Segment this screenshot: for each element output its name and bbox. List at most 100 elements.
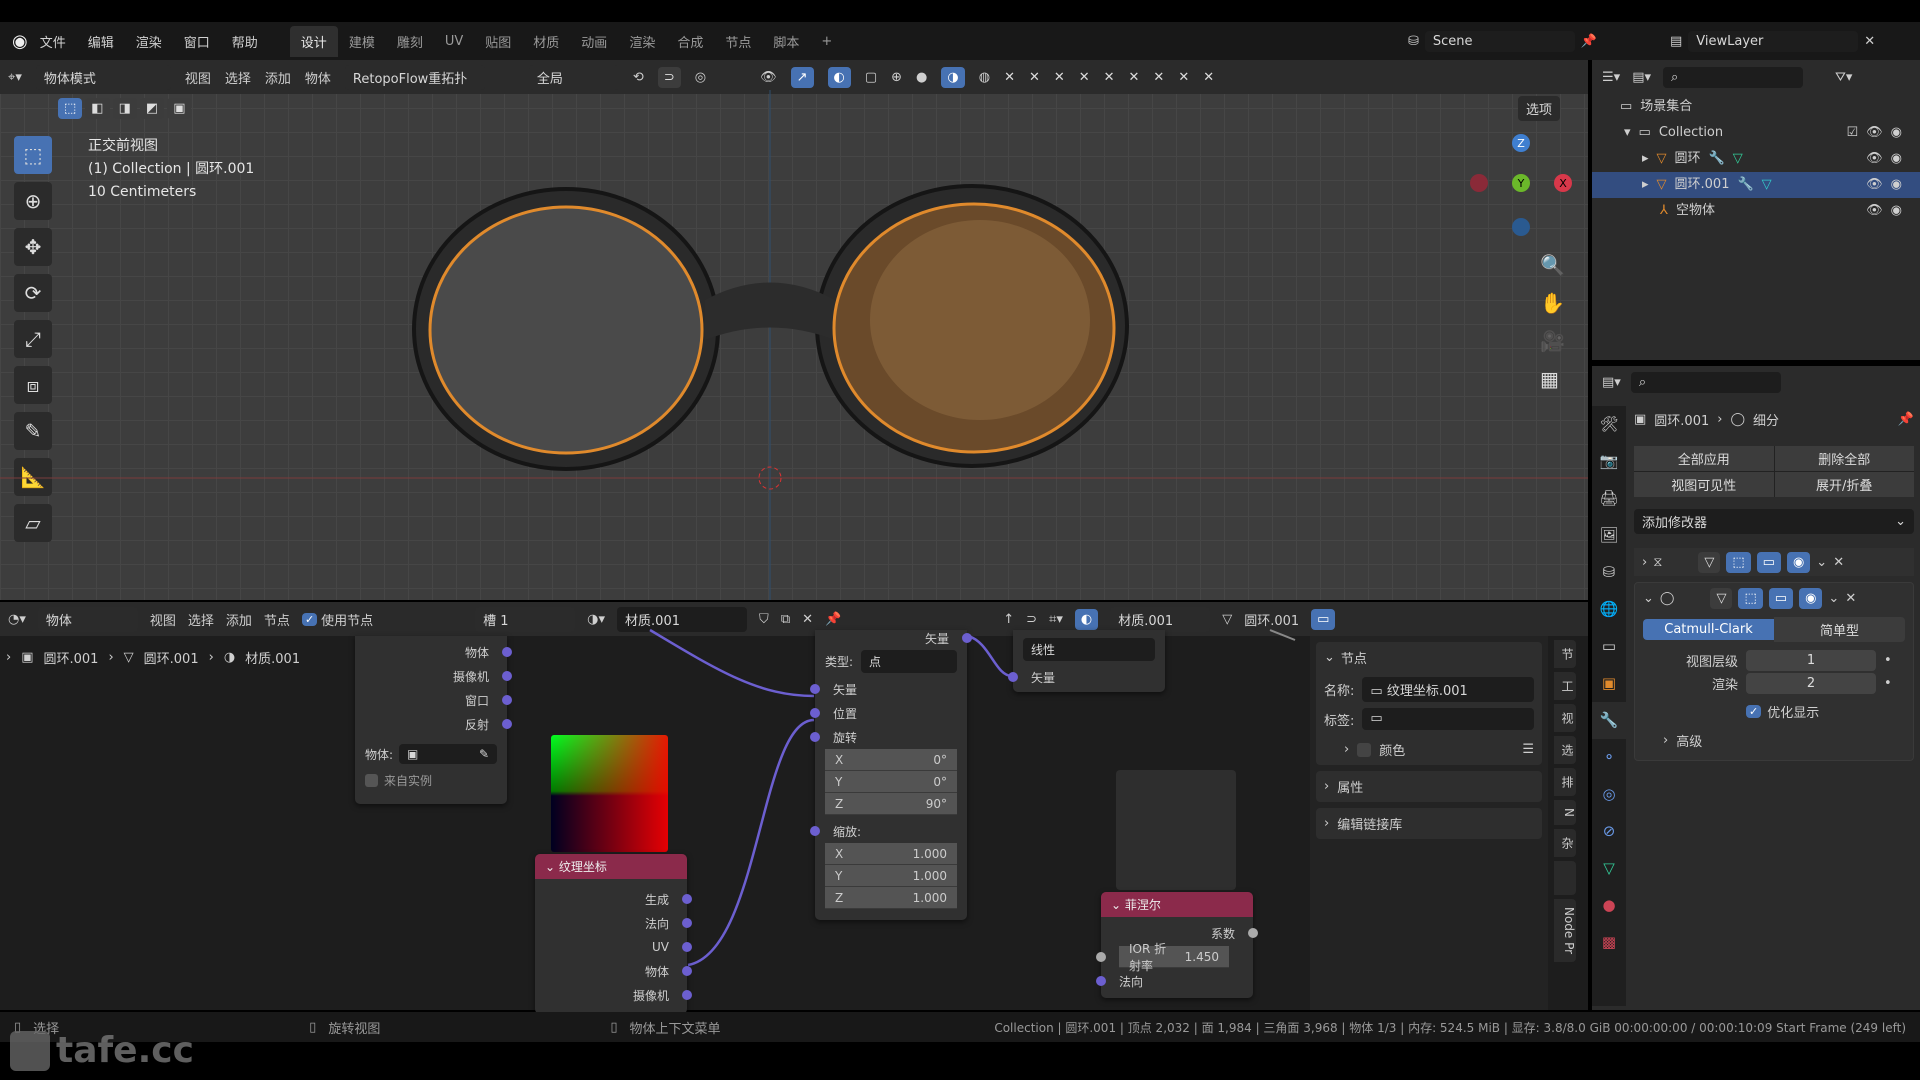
properties-section[interactable]: › 属性 [1316, 771, 1542, 802]
menu-file[interactable]: 文件 [40, 32, 66, 51]
tab-modeling[interactable]: 建模 [338, 26, 386, 57]
color-section[interactable]: › 颜色 ☰ [1324, 740, 1534, 759]
material-tab-icon[interactable]: ● [1592, 887, 1626, 924]
optimal-display-checkbox[interactable]: ✓ 优化显示 [1643, 702, 1905, 721]
gizmo-x[interactable]: X [1554, 174, 1572, 192]
world-tab-icon[interactable]: 🌐 [1592, 591, 1626, 628]
tab-rendering[interactable]: 渲染 [618, 26, 666, 57]
mirror-modifier-header[interactable]: › ⧖ ▽ ⬚ ▭ ◉ ⌄ ✕ [1634, 548, 1914, 576]
gizmo-z[interactable]: Z [1512, 134, 1530, 152]
rotation-y-field[interactable]: Y 0° [825, 771, 957, 793]
scene-tab-icon[interactable]: ⛁ [1592, 554, 1626, 591]
properties-search-input[interactable]: ⌕ [1630, 371, 1781, 393]
view-layer-tab-icon[interactable]: 🖼 [1592, 517, 1626, 554]
tab-animation[interactable]: 动画 [570, 26, 618, 57]
physics-tab-icon[interactable]: ◎ [1592, 776, 1626, 813]
scale-y-field[interactable]: Y 1.000 [825, 865, 957, 887]
remove-icon[interactable]: ✕ [1833, 555, 1844, 570]
render-levels-field[interactable]: 2 [1746, 673, 1876, 694]
visibility-toggles[interactable]: 👁◉ [1866, 172, 1910, 198]
node-name-input[interactable]: ▭ 纹理坐标.001 [1362, 677, 1534, 702]
3d-viewport[interactable]: ⌖▾ 物体模式 视图 选择 添加 物体 RetopoFlow重拓扑 全局 ⟲ ⊃… [0, 60, 1588, 600]
object-picker[interactable]: ▣ ✎ [399, 744, 497, 764]
tab-shading[interactable]: 材质 [522, 26, 570, 57]
levels-viewport-field[interactable]: 1 [1746, 650, 1876, 671]
rotation-x-field[interactable]: X 0° [825, 749, 957, 771]
viewport-visibility-button[interactable]: 视图可见性 [1634, 472, 1774, 497]
tab-misc[interactable]: 杂 [1554, 828, 1576, 857]
filter-view-icon[interactable]: ▤▾ [1632, 70, 1651, 85]
interpolation-select[interactable]: 线性 [1023, 638, 1155, 661]
pin-icon[interactable]: 📌 [1898, 412, 1914, 427]
tab-sculpting[interactable]: 雕刻 [386, 26, 434, 57]
rotation-z-field[interactable]: Z 90° [825, 793, 957, 815]
tab-texture-paint[interactable]: 贴图 [474, 26, 522, 57]
pan-hand-icon[interactable]: ✋ [1540, 284, 1565, 322]
tab-nodes[interactable]: 节点 [714, 26, 762, 57]
camera-view-icon[interactable]: 🎥 [1540, 322, 1565, 360]
outliner-item-collection[interactable]: ▾ ▭ Collection ☑👁◉ [1592, 120, 1920, 146]
tab-scripting[interactable]: 脚本 [762, 26, 810, 57]
mapping-type-select[interactable]: 点 [861, 650, 957, 673]
mapping-node[interactable]: 矢量 类型: 点 矢量 位置 旋转 X 0° Y 0° Z 90° 缩放: X 1.000… [810, 630, 972, 920]
navigation-gizmo[interactable]: Z Y X [1470, 134, 1572, 236]
simple-button[interactable]: 简单型 [1774, 617, 1905, 642]
node-section-header[interactable]: ⌄ 节点 [1324, 648, 1534, 667]
outliner-item-torus-001[interactable]: ▸ ▽ 圆环.001 🔧 ▽ 👁◉ [1592, 172, 1920, 198]
modifier-tab-icon[interactable]: 🔧 [1592, 702, 1626, 739]
menu-help[interactable]: 帮助 [232, 32, 258, 51]
outliner-item-torus[interactable]: ▸ ▽ 圆环 🔧 ▽ 👁◉ [1592, 146, 1920, 172]
visibility-toggles[interactable]: 👁◉ [1866, 146, 1910, 172]
particles-tab-icon[interactable]: ⚬ [1592, 739, 1626, 776]
ortho-grid-icon[interactable]: ▦ [1540, 360, 1565, 398]
data-tab-icon[interactable]: ▽ [1592, 850, 1626, 887]
catmull-clark-button[interactable]: Catmull-Clark [1643, 619, 1774, 640]
tab-blank[interactable] [1554, 860, 1576, 895]
zoom-icon[interactable]: 🔍 [1540, 246, 1565, 284]
add-workspace-button[interactable]: + [810, 28, 843, 55]
scale-z-field[interactable]: Z 1.000 [825, 887, 957, 909]
outliner-item-empty[interactable]: ⅄ 空物体 👁◉ [1592, 198, 1920, 224]
subdivision-header[interactable]: ⌄ ◯ ▽ ⬚ ▭ ◉ ⌄ ✕ [1643, 583, 1905, 613]
menu-render[interactable]: 渲染 [136, 32, 162, 51]
pin-icon[interactable]: 📌 [1581, 34, 1597, 49]
render-tab-icon[interactable]: 📷 [1592, 443, 1626, 480]
object-tab-icon[interactable]: ▣ [1592, 665, 1626, 702]
fresnel-node[interactable]: ⌄ 菲涅尔 系数 IOR 折射率 1.450 法向 [1096, 892, 1258, 998]
filter-icon[interactable]: ⛛▾ [1835, 70, 1852, 85]
menu-edit[interactable]: 编辑 [88, 32, 114, 51]
tab-view[interactable]: 视 [1554, 704, 1576, 732]
close-icon[interactable]: ✕ [1864, 34, 1875, 49]
remove-icon[interactable]: ✕ [1845, 591, 1856, 606]
visibility-toggles[interactable]: ☑👁◉ [1846, 120, 1910, 146]
tab-node-presets[interactable]: Node Pr [1554, 898, 1576, 963]
view-layer-name[interactable]: ViewLayer [1688, 30, 1859, 52]
color-ramp-node[interactable]: 线性 矢量 [1008, 630, 1165, 692]
ior-field[interactable]: IOR 折射率 1.450 [1119, 942, 1229, 973]
tab-layout[interactable]: 设计 [289, 25, 338, 57]
collection-tab-icon[interactable]: ▭ [1592, 628, 1626, 665]
texture-tab-icon[interactable]: ▩ [1592, 924, 1626, 961]
node-label-input[interactable]: ▭ [1362, 708, 1534, 730]
shader-editor[interactable]: ◔▾ 物体 视图 选择 添加 节点 ✓ 使用节点 槽 1 ◑▾ 材质.001 ⛉ ⧉… [0, 602, 1588, 1014]
output-tab-icon[interactable]: 🖨 [1592, 480, 1626, 517]
apply-all-button[interactable]: 全部应用 [1634, 446, 1774, 471]
tool-tab-icon[interactable]: 🛠 [1592, 406, 1626, 443]
tab-n[interactable]: N [1554, 800, 1576, 825]
tab-compositing[interactable]: 合成 [666, 26, 714, 57]
delete-all-button[interactable]: 删除全部 [1774, 446, 1914, 471]
scene-selector[interactable]: ⛁ Scene 📌 [1408, 30, 1597, 52]
texture-coordinate-node-top[interactable]: 物体 摄像机 窗口 反射 物体: ▣ ✎ 来自实例 [355, 636, 512, 804]
texture-coordinate-node[interactable]: ⌄ 纹理坐标 生成 法向 UV 物体 摄像机 [535, 854, 692, 1014]
gizmo-y[interactable]: Y [1512, 174, 1530, 192]
tab-node[interactable]: 节 [1554, 640, 1576, 668]
scale-x-field[interactable]: X 1.000 [825, 843, 957, 865]
scene-collection-row[interactable]: ▭ 场景集合 [1592, 94, 1920, 120]
display-mode-icon[interactable]: ☰▾ [1602, 70, 1620, 85]
tab-tool[interactable]: 工 [1554, 672, 1576, 700]
blender-logo-icon[interactable]: ◉ [12, 31, 28, 52]
menu-window[interactable]: 窗口 [184, 32, 210, 51]
visibility-toggles[interactable]: 👁◉ [1866, 198, 1910, 224]
editor-type-icon[interactable]: ▤▾ [1602, 375, 1621, 390]
tab-uv[interactable]: UV [434, 28, 474, 55]
